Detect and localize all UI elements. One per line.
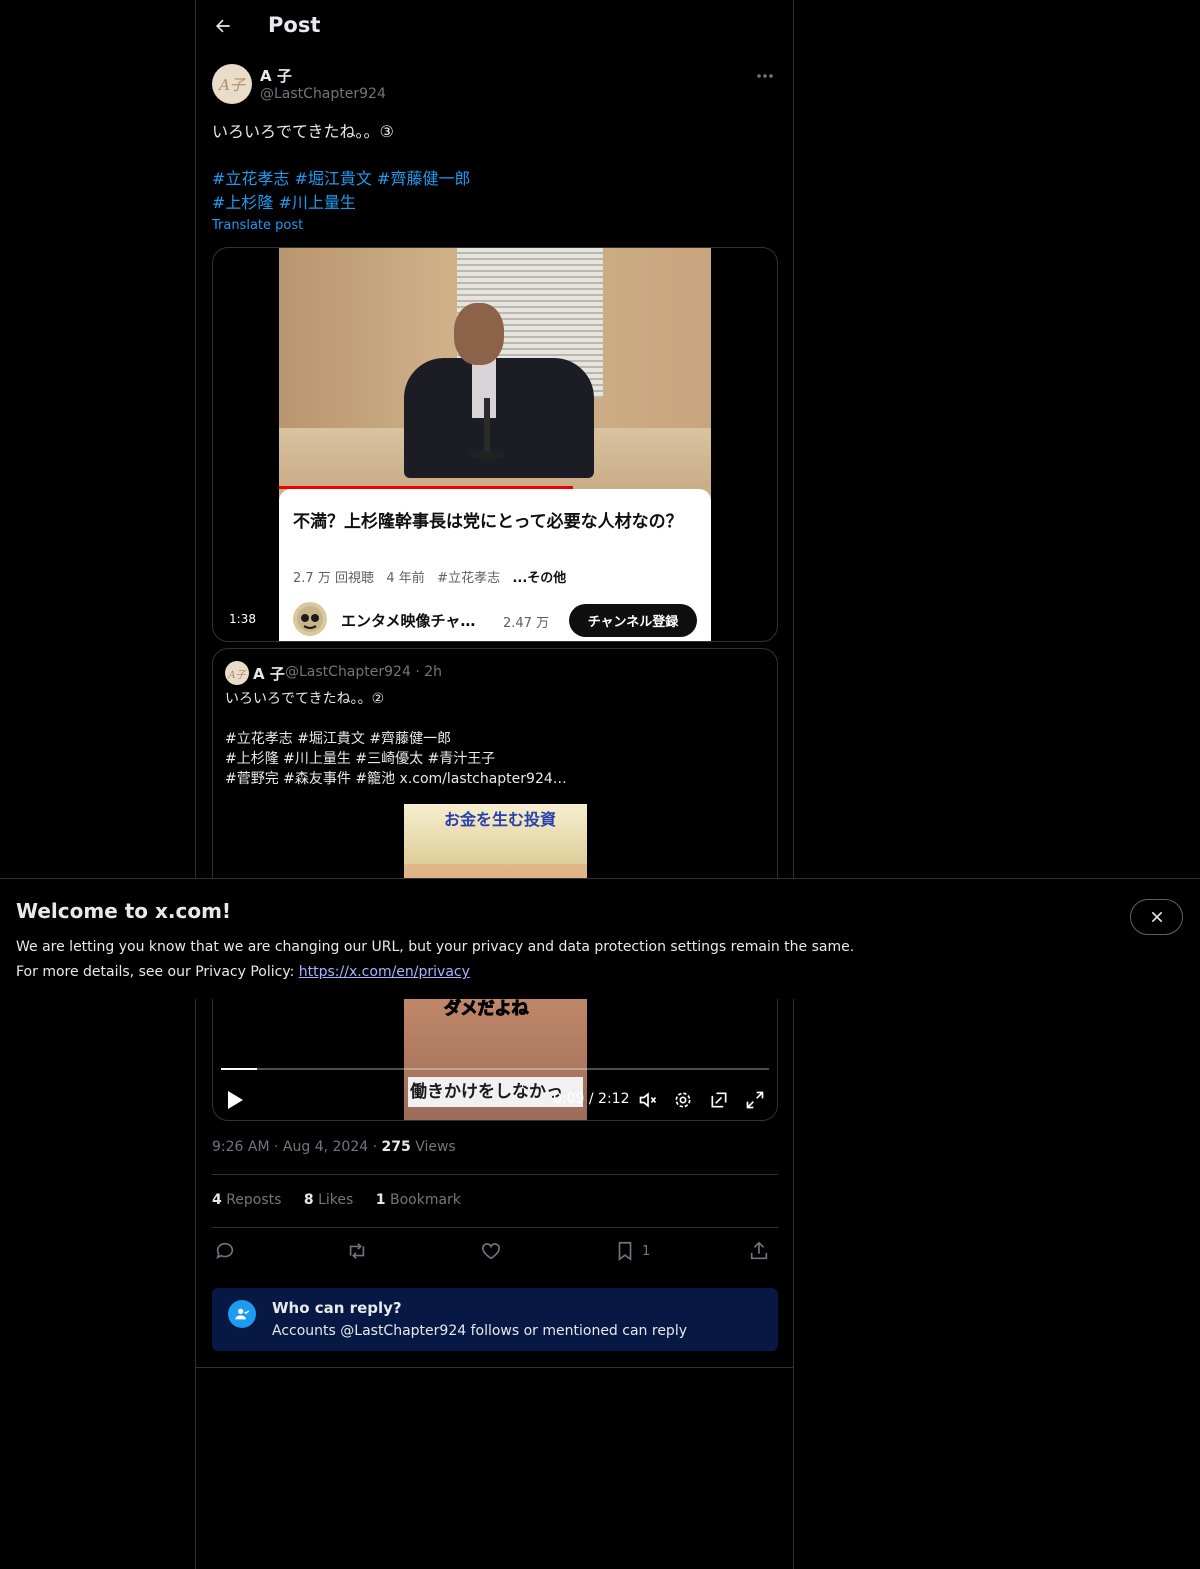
post-timestamp-line: 9:26 AM · Aug 4, 2024 · 275 Views: [212, 1139, 456, 1155]
repost-button[interactable]: [346, 1238, 368, 1264]
back-button[interactable]: [210, 13, 236, 39]
youtube-video-title[interactable]: 不満？上杉隆幹事長は党にとって必要な人材なの？: [293, 511, 697, 534]
post-views-label: Views: [415, 1139, 456, 1155]
fullscreen-button[interactable]: [744, 1089, 766, 1111]
youtube-video-age: 4 年前: [386, 571, 425, 586]
page-title: Post: [268, 13, 321, 37]
settings-icon: [675, 1092, 691, 1108]
hashtag-link[interactable]: #齊藤健一郎: [377, 169, 470, 188]
hashtag-link[interactable]: #堀江貴文: [295, 169, 372, 188]
post-hashtags: #立花孝志 #堀江貴文 #齊藤健一郎 #上杉隆 #川上量生: [212, 167, 777, 215]
youtube-info-panel: 不満？上杉隆幹事長は党にとって必要な人材なの？ 2.7 万 回視聴 4 年前 #…: [279, 489, 711, 641]
reply-restriction-icon: [228, 1300, 256, 1328]
banner-line-1: We are letting you know that we are chan…: [16, 939, 855, 955]
divider: [212, 1227, 778, 1228]
post-text: いろいろでてきたね。。③: [212, 122, 394, 141]
settings-button[interactable]: [672, 1089, 694, 1111]
post-time[interactable]: 9:26 AM: [212, 1139, 270, 1155]
translate-post-link[interactable]: Translate post: [212, 218, 303, 233]
post-action-bar: 1: [212, 1238, 778, 1266]
divider: [196, 1367, 793, 1368]
bookmarks-stat[interactable]: 1 Bookmark: [376, 1192, 461, 1208]
privacy-policy-link[interactable]: https://x.com/en/privacy: [299, 964, 470, 980]
post-date[interactable]: Aug 4, 2024: [283, 1139, 368, 1155]
post-author: A子 A 子 @LastChapter924: [212, 64, 777, 108]
quoted-author-meta: @LastChapter924 · 2h: [285, 664, 442, 680]
banner-text: We are letting you know that we are chan…: [16, 935, 1116, 985]
play-button[interactable]: [225, 1089, 245, 1111]
page-header: Post: [196, 0, 793, 53]
reply-restriction-notice: Who can reply? Accounts @LastChapter924 …: [212, 1288, 778, 1351]
quoted-author-avatar: A子: [225, 661, 249, 685]
video-seek-progress: [221, 1068, 258, 1070]
video-controls: 0:09 / 2:12: [213, 1059, 777, 1120]
banner-close-button[interactable]: [1130, 899, 1183, 935]
quoted-video-banner: お金を生む投資: [444, 810, 557, 829]
youtube-subscribe-button[interactable]: チャンネル登録: [569, 604, 697, 637]
quoted-post-text: いろいろでてきたね。。② #立花孝志 #堀江貴文 #齊藤健一郎 #上杉隆 #川上…: [225, 691, 567, 787]
likes-stat[interactable]: 8 Likes: [304, 1192, 353, 1208]
like-button[interactable]: [480, 1238, 502, 1264]
reply-icon: [216, 1242, 234, 1259]
video-scene-speaker: [404, 303, 604, 478]
youtube-view-count: 2.7 万 回視聴: [293, 571, 374, 586]
pip-icon: [711, 1092, 727, 1108]
author-name[interactable]: A 子: [260, 65, 292, 86]
reposts-stat[interactable]: 4 Reposts: [212, 1192, 281, 1208]
banner-line-2: For more details, see our Privacy Policy…: [16, 964, 470, 980]
youtube-subscriber-count: 2.47 万: [503, 616, 550, 631]
reply-restriction-title: Who can reply?: [272, 1299, 402, 1317]
quoted-author-name: A 子: [253, 665, 285, 683]
hashtag-line-1: #立花孝志 #堀江貴文 #齊藤健一郎: [212, 167, 777, 191]
url-change-banner: Welcome to x.com! We are letting you kno…: [0, 878, 1200, 999]
video-duration-badge: 1:38: [223, 610, 262, 628]
youtube-channel-avatar[interactable]: [293, 602, 327, 636]
video-card[interactable]: 不満？上杉隆幹事長は党にとって必要な人材なの？ 2.7 万 回視聴 4 年前 #…: [212, 247, 778, 642]
youtube-video-tag[interactable]: #立花孝志: [437, 571, 500, 586]
share-button[interactable]: [748, 1238, 770, 1264]
youtube-more-link[interactable]: ...その他: [512, 571, 566, 586]
bookmark-count: 1: [642, 1243, 651, 1259]
share-icon: [750, 1241, 768, 1260]
fullscreen-icon: [746, 1091, 764, 1109]
author-avatar[interactable]: A子: [212, 64, 252, 104]
youtube-channel-name[interactable]: エンタメ映像チャ…: [341, 610, 501, 631]
back-arrow-icon: [216, 19, 230, 33]
pip-button[interactable]: [708, 1089, 730, 1111]
banner-title: Welcome to x.com!: [16, 899, 232, 923]
youtube-video-meta: 2.7 万 回視聴 4 年前 #立花孝志 ...その他: [293, 567, 566, 586]
quoted-post-age: 2h: [424, 664, 442, 680]
person-check-icon: [235, 1308, 250, 1320]
reply-restriction-subtitle: Accounts @LastChapter924 follows or ment…: [272, 1323, 687, 1339]
video-time: 0:09 / 2:12: [553, 1091, 630, 1107]
repost-icon: [349, 1243, 365, 1259]
video-seek-bar[interactable]: [221, 1068, 769, 1070]
bookmark-icon: [618, 1241, 632, 1261]
reply-button[interactable]: [214, 1238, 236, 1264]
play-icon: [228, 1091, 243, 1109]
mute-button[interactable]: [637, 1089, 659, 1111]
bookmark-button[interactable]: 1: [614, 1238, 650, 1264]
quoted-author-handle: @LastChapter924: [285, 664, 411, 680]
post-views-count: 275: [381, 1139, 411, 1155]
close-icon: [1151, 911, 1162, 923]
post-stats: 4 Reposts 8 Likes 1 Bookmark: [212, 1192, 461, 1208]
hashtag-link[interactable]: #立花孝志: [212, 169, 289, 188]
hashtag-link[interactable]: #上杉隆: [212, 193, 273, 212]
hashtag-link[interactable]: #川上量生: [279, 193, 356, 212]
video-frame[interactable]: 不満？上杉隆幹事長は党にとって必要な人材なの？ 2.7 万 回視聴 4 年前 #…: [279, 248, 711, 641]
video-scene-microphone: [484, 398, 490, 453]
hashtag-line-2: #上杉隆 #川上量生: [212, 191, 777, 215]
divider: [212, 1174, 778, 1175]
author-handle[interactable]: @LastChapter924: [260, 86, 386, 102]
primary-column: Post A子 A 子 @LastChapter924 いろいろでてきたね。。③…: [195, 0, 794, 1569]
channel-avatar-icon: [297, 606, 323, 632]
mute-icon: [639, 1092, 657, 1108]
like-icon: [481, 1243, 501, 1260]
more-button[interactable]: [753, 66, 777, 86]
more-icon: [757, 74, 773, 78]
